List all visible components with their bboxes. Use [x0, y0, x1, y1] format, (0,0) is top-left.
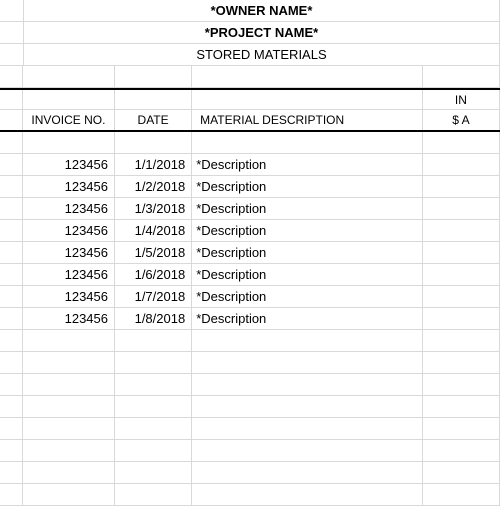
empty-row[interactable] — [0, 66, 500, 88]
date-cell[interactable]: 1/8/2018 — [115, 308, 192, 329]
table-row[interactable]: 123456 1/6/2018 *Description — [0, 264, 500, 286]
column-date[interactable]: DATE — [115, 110, 192, 130]
spreadsheet[interactable]: *OWNER NAME* *PROJECT NAME* STORED MATER… — [0, 0, 500, 500]
date-cell[interactable]: 1/3/2018 — [115, 198, 192, 219]
invoice-cell[interactable]: 123456 — [23, 242, 115, 263]
invoice-cell[interactable]: 123456 — [23, 154, 115, 175]
invoice-cell[interactable]: 123456 — [23, 264, 115, 285]
column-invoice-no[interactable]: INVOICE NO. — [23, 110, 115, 130]
invoice-cell[interactable]: 123456 — [23, 176, 115, 197]
description-cell[interactable]: *Description — [192, 176, 423, 197]
empty-row[interactable] — [0, 396, 500, 418]
title-row-subtitle[interactable]: STORED MATERIALS — [0, 44, 500, 66]
date-cell[interactable]: 1/4/2018 — [115, 220, 192, 241]
description-cell[interactable]: *Description — [192, 264, 423, 285]
title-row-project[interactable]: *PROJECT NAME* — [0, 22, 500, 44]
project-name[interactable]: *PROJECT NAME* — [24, 22, 500, 43]
empty-row[interactable] — [0, 462, 500, 484]
date-cell[interactable]: 1/1/2018 — [115, 154, 192, 175]
column-header-row-1[interactable]: IN — [0, 88, 500, 110]
invoice-cell[interactable]: 123456 — [23, 286, 115, 307]
empty-row[interactable] — [0, 330, 500, 352]
empty-row[interactable] — [0, 418, 500, 440]
empty-row[interactable] — [0, 132, 500, 154]
table-row[interactable]: 123456 1/8/2018 *Description — [0, 308, 500, 330]
description-cell[interactable]: *Description — [192, 286, 423, 307]
invoice-cell[interactable]: 123456 — [23, 198, 115, 219]
stored-materials-label[interactable]: STORED MATERIALS — [24, 44, 500, 65]
invoice-cell[interactable]: 123456 — [23, 308, 115, 329]
description-cell[interactable]: *Description — [192, 198, 423, 219]
table-row[interactable]: 123456 1/7/2018 *Description — [0, 286, 500, 308]
owner-name[interactable]: *OWNER NAME* — [24, 0, 500, 21]
column-header-row-2[interactable]: INVOICE NO. DATE MATERIAL DESCRIPTION $ … — [0, 110, 500, 132]
empty-row[interactable] — [0, 440, 500, 462]
description-cell[interactable]: *Description — [192, 308, 423, 329]
table-row[interactable]: 123456 1/4/2018 *Description — [0, 220, 500, 242]
date-cell[interactable]: 1/5/2018 — [115, 242, 192, 263]
title-row-owner[interactable]: *OWNER NAME* — [0, 0, 500, 22]
description-cell[interactable]: *Description — [192, 154, 423, 175]
column-inv-amount[interactable]: $ A — [423, 110, 500, 130]
date-cell[interactable]: 1/2/2018 — [115, 176, 192, 197]
table-row[interactable]: 123456 1/1/2018 *Description — [0, 154, 500, 176]
invoice-cell[interactable]: 123456 — [23, 220, 115, 241]
column-inv-top[interactable]: IN — [423, 90, 500, 109]
date-cell[interactable]: 1/6/2018 — [115, 264, 192, 285]
empty-row[interactable] — [0, 374, 500, 396]
description-cell[interactable]: *Description — [192, 242, 423, 263]
table-row[interactable]: 123456 1/2/2018 *Description — [0, 176, 500, 198]
date-cell[interactable]: 1/7/2018 — [115, 286, 192, 307]
table-row[interactable]: 123456 1/3/2018 *Description — [0, 198, 500, 220]
empty-row[interactable] — [0, 484, 500, 506]
table-row[interactable]: 123456 1/5/2018 *Description — [0, 242, 500, 264]
description-cell[interactable]: *Description — [192, 220, 423, 241]
empty-row[interactable] — [0, 352, 500, 374]
column-material-description[interactable]: MATERIAL DESCRIPTION — [192, 110, 423, 130]
